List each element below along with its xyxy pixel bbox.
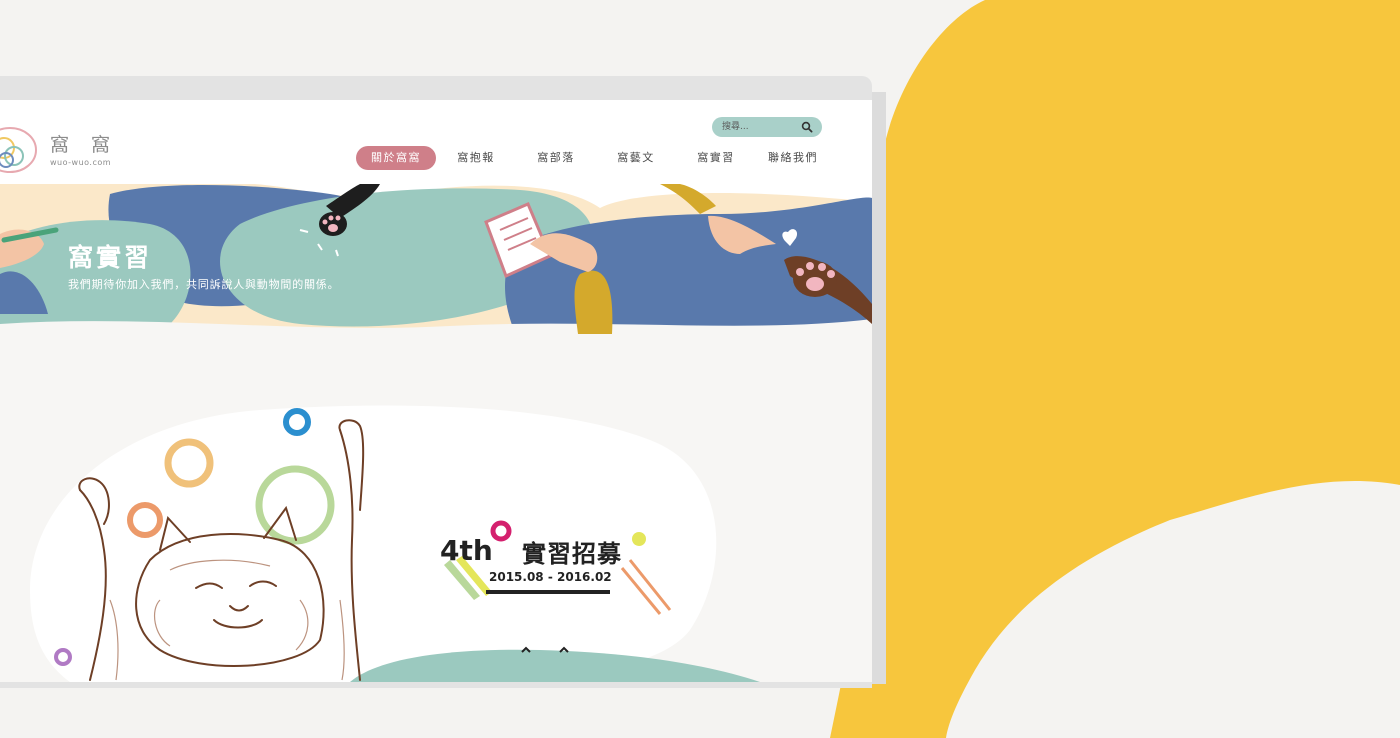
nav-item-internship[interactable]: 窩實習 [676, 146, 756, 170]
browser-frame-edge [872, 92, 886, 684]
recruit-title: 實習招募 [522, 540, 622, 568]
main-nav: 關於窩窩 窩抱報 窩部落 窩藝文 窩實習 聯絡我們 [356, 146, 830, 170]
site-logo[interactable]: 窩 窩 wuo-wuo.com [0, 118, 120, 178]
banner-subtitle: 我們期待你加入我們，共同訴說人與動物間的關係。 [68, 278, 340, 291]
hero-banner: 窩實習 我們期待你加入我們，共同訴說人與動物間的關係。 [0, 184, 872, 344]
recruit-edition: 4th [440, 534, 493, 567]
nav-item-news[interactable]: 窩抱報 [436, 146, 516, 170]
search-box [712, 117, 822, 137]
recruit-illustration [30, 405, 760, 682]
logo-title: 窩 窩 [50, 134, 119, 156]
search-input[interactable] [722, 120, 800, 134]
website-mockup: 窩 窩 wuo-wuo.com 關於窩窩 窩抱報 窩部落 窩藝文 窩實習 聯絡我… [0, 100, 872, 682]
recruit-dates: 2015.08 - 2016.02 [489, 570, 612, 584]
site-header: 窩 窩 wuo-wuo.com 關於窩窩 窩抱報 窩部落 窩藝文 窩實習 聯絡我… [0, 100, 872, 186]
logo-mark-icon [0, 127, 37, 173]
nav-item-contact[interactable]: 聯絡我們 [756, 146, 830, 170]
search-icon[interactable] [801, 121, 813, 133]
nav-item-arts[interactable]: 窩藝文 [596, 146, 676, 170]
recruit-section: 4th 實習招募 2015.08 - 2016.02 [0, 400, 872, 682]
nav-item-blog[interactable]: 窩部落 [516, 146, 596, 170]
recruit-underline [486, 590, 610, 594]
logo-subtitle: wuo-wuo.com [50, 158, 112, 167]
banner-title: 窩實習 [68, 243, 153, 272]
nav-item-about[interactable]: 關於窩窩 [356, 146, 436, 170]
